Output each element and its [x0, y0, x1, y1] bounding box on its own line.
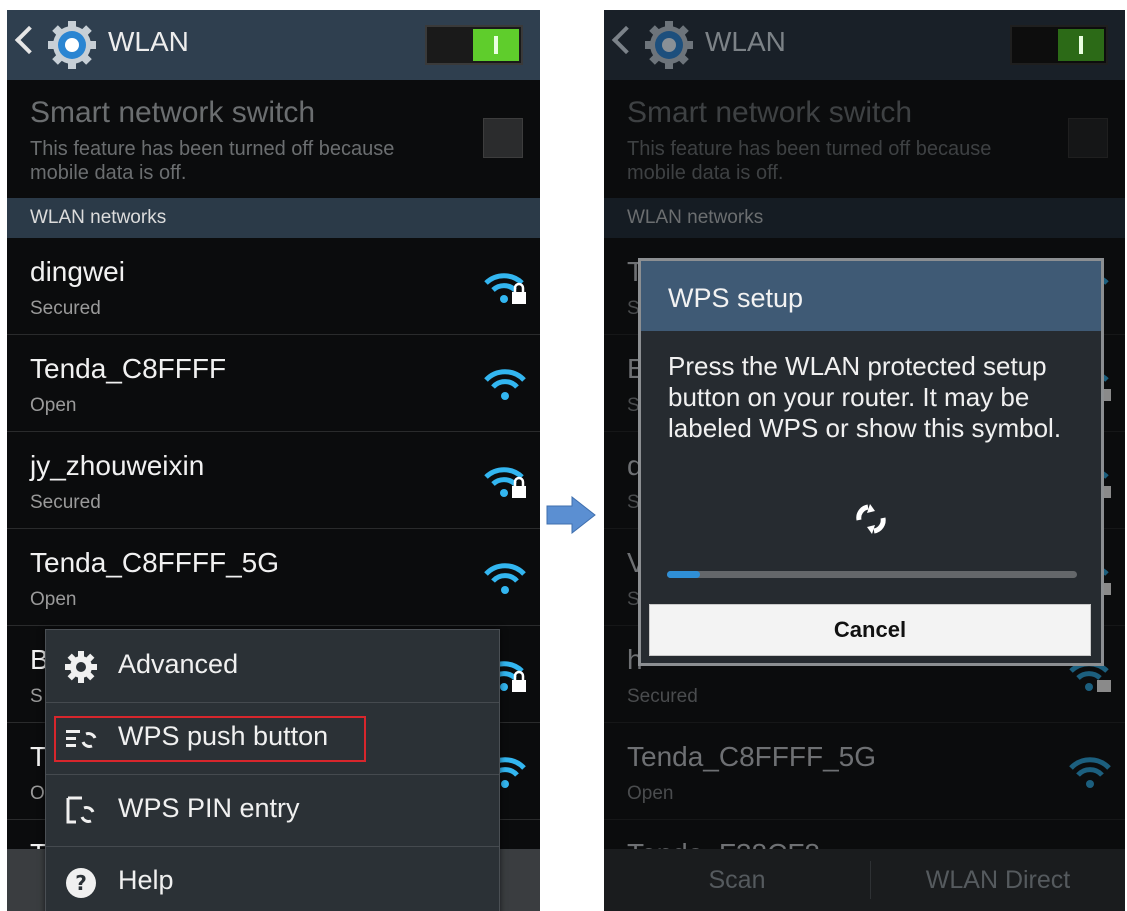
network-security: Secured: [627, 686, 698, 707]
progress-fill: [667, 571, 700, 578]
wifi-lock-icon: [484, 467, 526, 498]
dialog-title-bar: WPS setup: [641, 261, 1101, 331]
network-ssid: jy_zhouweixin: [30, 450, 205, 481]
network-security: S: [627, 298, 640, 319]
section-header-label: WLAN networks: [30, 207, 167, 228]
left-screen: WLAN Smart network switch This feature h…: [7, 10, 540, 911]
gear-icon: [65, 651, 97, 683]
smart-network-switch-row[interactable]: Smart network switch This feature has be…: [7, 80, 540, 198]
network-row[interactable]: Tenda_C8FFFF Open: [7, 335, 540, 432]
settings-gear-icon[interactable]: [47, 20, 97, 70]
svg-text:?: ?: [75, 871, 87, 895]
action-bar: WLAN: [7, 10, 540, 80]
smart-switch-desc: This feature has been turned off because…: [627, 138, 992, 184]
network-row[interactable]: Tenda_C8FFFF_5G Open: [7, 529, 540, 626]
network-security: Open: [30, 589, 77, 610]
network-ssid: Tenda_C8FFFF_5G: [30, 547, 279, 578]
smart-switch-title: Smart network switch: [30, 96, 316, 129]
network-security: S: [627, 492, 640, 513]
menu-item-advanced[interactable]: Advanced: [46, 630, 499, 703]
wifi-icon: [1069, 757, 1111, 788]
network-security: S: [627, 395, 640, 416]
page-title: WLAN: [108, 26, 189, 57]
network-security: O: [30, 783, 45, 804]
section-header: WLAN networks: [7, 198, 540, 238]
wps-pin-icon: [66, 796, 95, 824]
network-ssid: Tenda_C8FFFF: [30, 353, 227, 384]
network-security: S: [30, 686, 43, 707]
wlan-toggle[interactable]: [425, 25, 523, 65]
wps-setup-dialog: WPS setup Press the WLAN protected setup…: [641, 261, 1101, 663]
smart-switch-title: Smart network switch: [627, 96, 913, 129]
network-security: Secured: [30, 298, 101, 319]
dialog-message: Press the WLAN protected setup button on…: [668, 351, 1062, 443]
help-icon: ?: [66, 868, 96, 898]
network-security: Open: [30, 395, 77, 416]
wps-progress-bar: [667, 571, 1077, 578]
smart-switch-checkbox[interactable]: [483, 118, 523, 158]
smart-switch-desc: This feature has been turned off because…: [30, 138, 395, 184]
wlan-direct-button[interactable]: WLAN Direct: [871, 849, 1125, 911]
highlight-box: [54, 716, 366, 762]
scan-button[interactable]: Scan: [604, 849, 870, 911]
section-header-label: WLAN networks: [627, 207, 764, 228]
cancel-button-label: Cancel: [833, 617, 907, 642]
back-chevron-icon[interactable]: [14, 25, 44, 55]
network-row[interactable]: jy_zhouweixin Secured: [7, 432, 540, 529]
cancel-button[interactable]: Cancel: [649, 604, 1091, 656]
network-security: S: [627, 589, 640, 610]
wps-icon: [856, 504, 886, 534]
right-screen: WLAN Smart network switch This feature h…: [604, 10, 1125, 911]
overflow-menu: Advanced WPS push button WPS PIN entry ?…: [45, 629, 500, 911]
wifi-icon: [484, 563, 526, 594]
menu-item-help[interactable]: ? Help: [46, 846, 499, 911]
arrow-right-icon: [546, 496, 596, 534]
network-ssid: Tenda_C8FFFF_5G: [627, 741, 876, 772]
menu-item-wps-pin-entry[interactable]: WPS PIN entry: [46, 774, 499, 847]
section-header: WLAN networks: [604, 198, 1125, 238]
network-row[interactable]: dingwei Secured: [7, 238, 540, 335]
bottom-action-bar: Scan WLAN Direct: [604, 849, 1125, 911]
wifi-icon: [484, 369, 526, 400]
network-ssid: dingwei: [30, 256, 125, 287]
network-security: Secured: [30, 492, 101, 513]
dialog-title: WPS setup: [668, 283, 804, 313]
network-row: Tenda_C8FFFF_5G Open: [604, 723, 1125, 820]
network-security: Open: [627, 783, 674, 804]
wifi-lock-icon: [484, 273, 526, 304]
smart-switch-checkbox: [1068, 118, 1108, 158]
menu-item-label: WPS PIN entry: [118, 793, 300, 823]
menu-item-label: Help: [118, 865, 174, 895]
smart-network-switch-row: Smart network switch This feature has be…: [604, 80, 1125, 198]
toggle-thumb: [473, 29, 519, 61]
menu-item-label: Advanced: [118, 649, 239, 679]
